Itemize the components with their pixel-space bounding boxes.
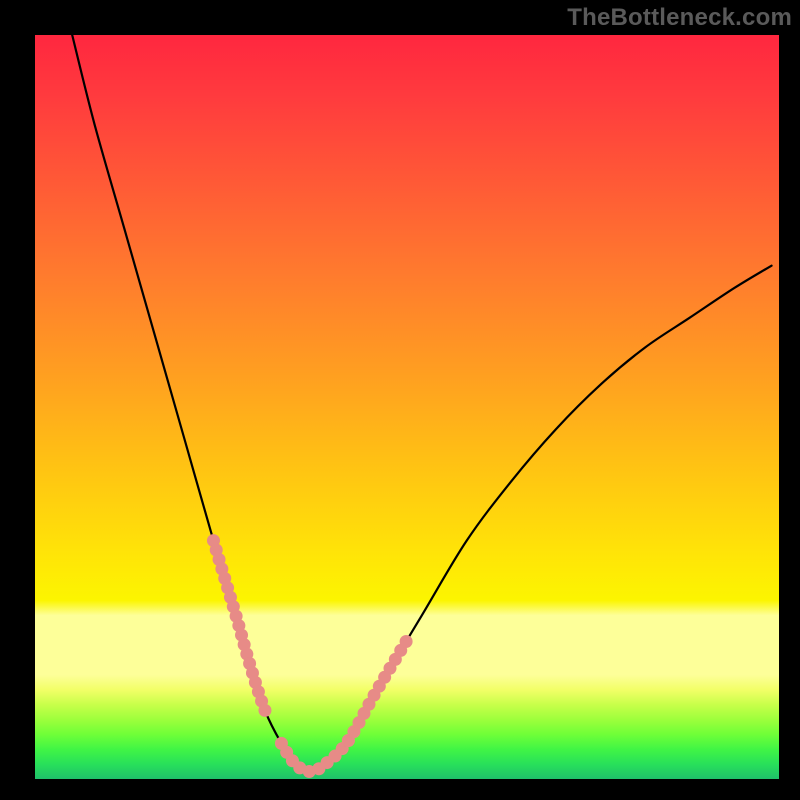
dotted-overlay (207, 534, 413, 778)
bottleneck-curve (72, 35, 771, 772)
plot-area (35, 35, 779, 779)
overlay-dot (258, 704, 271, 717)
watermark-text: TheBottleneck.com (567, 4, 792, 32)
chart-frame: TheBottleneck.com (0, 0, 800, 800)
curve-path (72, 35, 771, 772)
curve-svg (35, 35, 779, 779)
overlay-dot (400, 635, 413, 648)
